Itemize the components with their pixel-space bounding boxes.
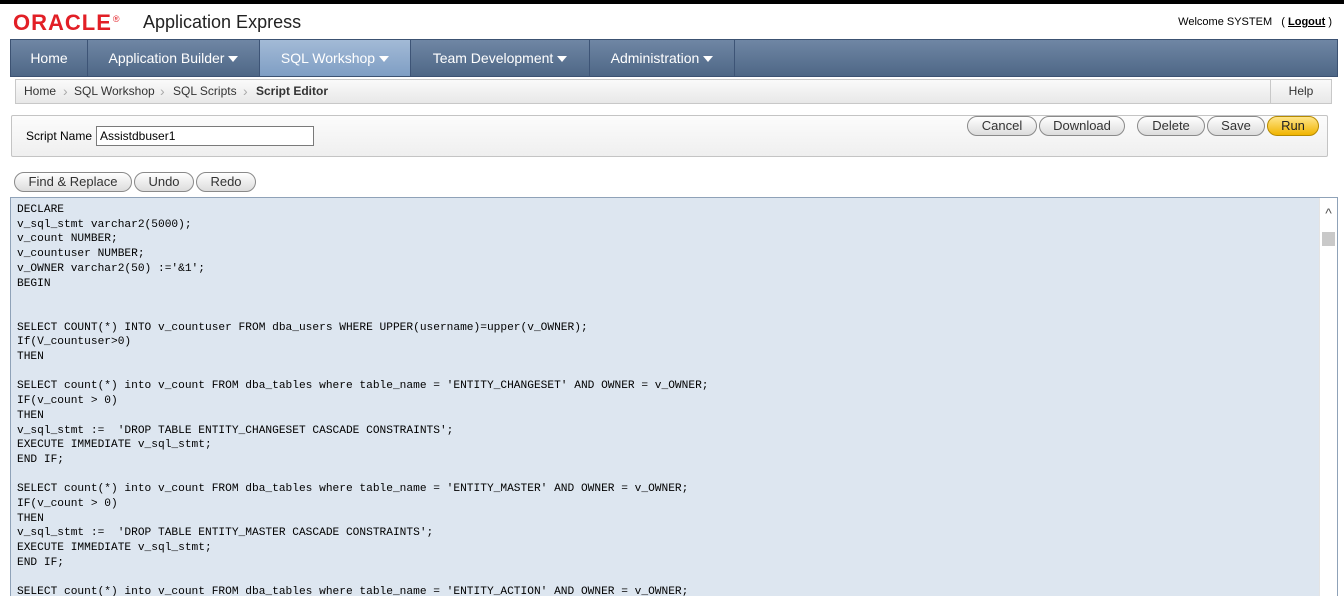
tab-label: Application Builder [108,50,225,66]
tab-home[interactable]: Home [11,40,88,76]
scrollbar-thumb[interactable] [1322,232,1335,246]
tab-sql-workshop[interactable]: SQL Workshop [260,40,411,76]
header: ORACLE® Application Express Welcome SYST… [0,4,1344,38]
cancel-button[interactable]: Cancel [967,116,1037,136]
redo-button[interactable]: Redo [196,172,256,192]
breadcrumb-home[interactable]: Home [24,80,56,103]
dropdown-caret-icon [557,56,568,63]
breadcrumb-separator-icon: › [63,83,68,99]
undo-button[interactable]: Undo [134,172,194,192]
delete-button[interactable]: Delete [1137,116,1205,136]
dropdown-caret-icon [703,56,714,63]
breadcrumb-script-editor: Script Editor [256,84,329,98]
script-name-panel: Script Name Cancel Download Delete Save … [11,115,1328,157]
tab-team-development[interactable]: Team Development [411,40,590,76]
find-replace-button[interactable]: Find & Replace [14,172,132,192]
welcome-text: Welcome SYSTEM [1178,16,1273,28]
tab-administration[interactable]: Administration [590,40,735,76]
tab-label: Team Development [432,50,554,66]
tab-application-builder[interactable]: Application Builder [88,40,260,76]
help-link[interactable]: Help [1270,80,1331,103]
save-button[interactable]: Save [1207,116,1265,136]
run-button[interactable]: Run [1267,116,1319,136]
script-name-label: Script Name [26,129,93,143]
oracle-logo: ORACLE® [13,10,121,35]
breadcrumb-separator-icon: › [160,83,165,99]
breadcrumb-sql-scripts[interactable]: SQL Scripts [173,80,237,103]
breadcrumb: Home › SQL Workshop › SQL Scripts › Scri… [15,79,1332,104]
app-title: Application Express [143,12,302,32]
script-name-input[interactable] [96,126,314,146]
download-button[interactable]: Download [1039,116,1125,136]
logout-link[interactable]: Logout [1288,16,1325,28]
main-tab-bar: Home Application Builder SQL Workshop Te… [10,39,1338,77]
breadcrumb-separator-icon: › [243,83,248,99]
vertical-scrollbar[interactable]: ^ [1319,198,1337,596]
tab-label: SQL Workshop [280,50,376,66]
script-editor[interactable]: DECLARE v_sql_stmt varchar2(5000); v_cou… [10,197,1338,596]
script-code[interactable]: DECLARE v_sql_stmt varchar2(5000); v_cou… [17,203,709,596]
dropdown-caret-icon [228,56,239,63]
scroll-up-icon[interactable]: ^ [1323,206,1334,220]
tab-label: Administration [610,50,700,66]
dropdown-caret-icon [379,56,390,63]
tab-label: Home [30,50,68,66]
breadcrumb-sql-workshop[interactable]: SQL Workshop [74,80,155,103]
welcome-area: Welcome SYSTEM ( Logout ) [1178,16,1332,28]
